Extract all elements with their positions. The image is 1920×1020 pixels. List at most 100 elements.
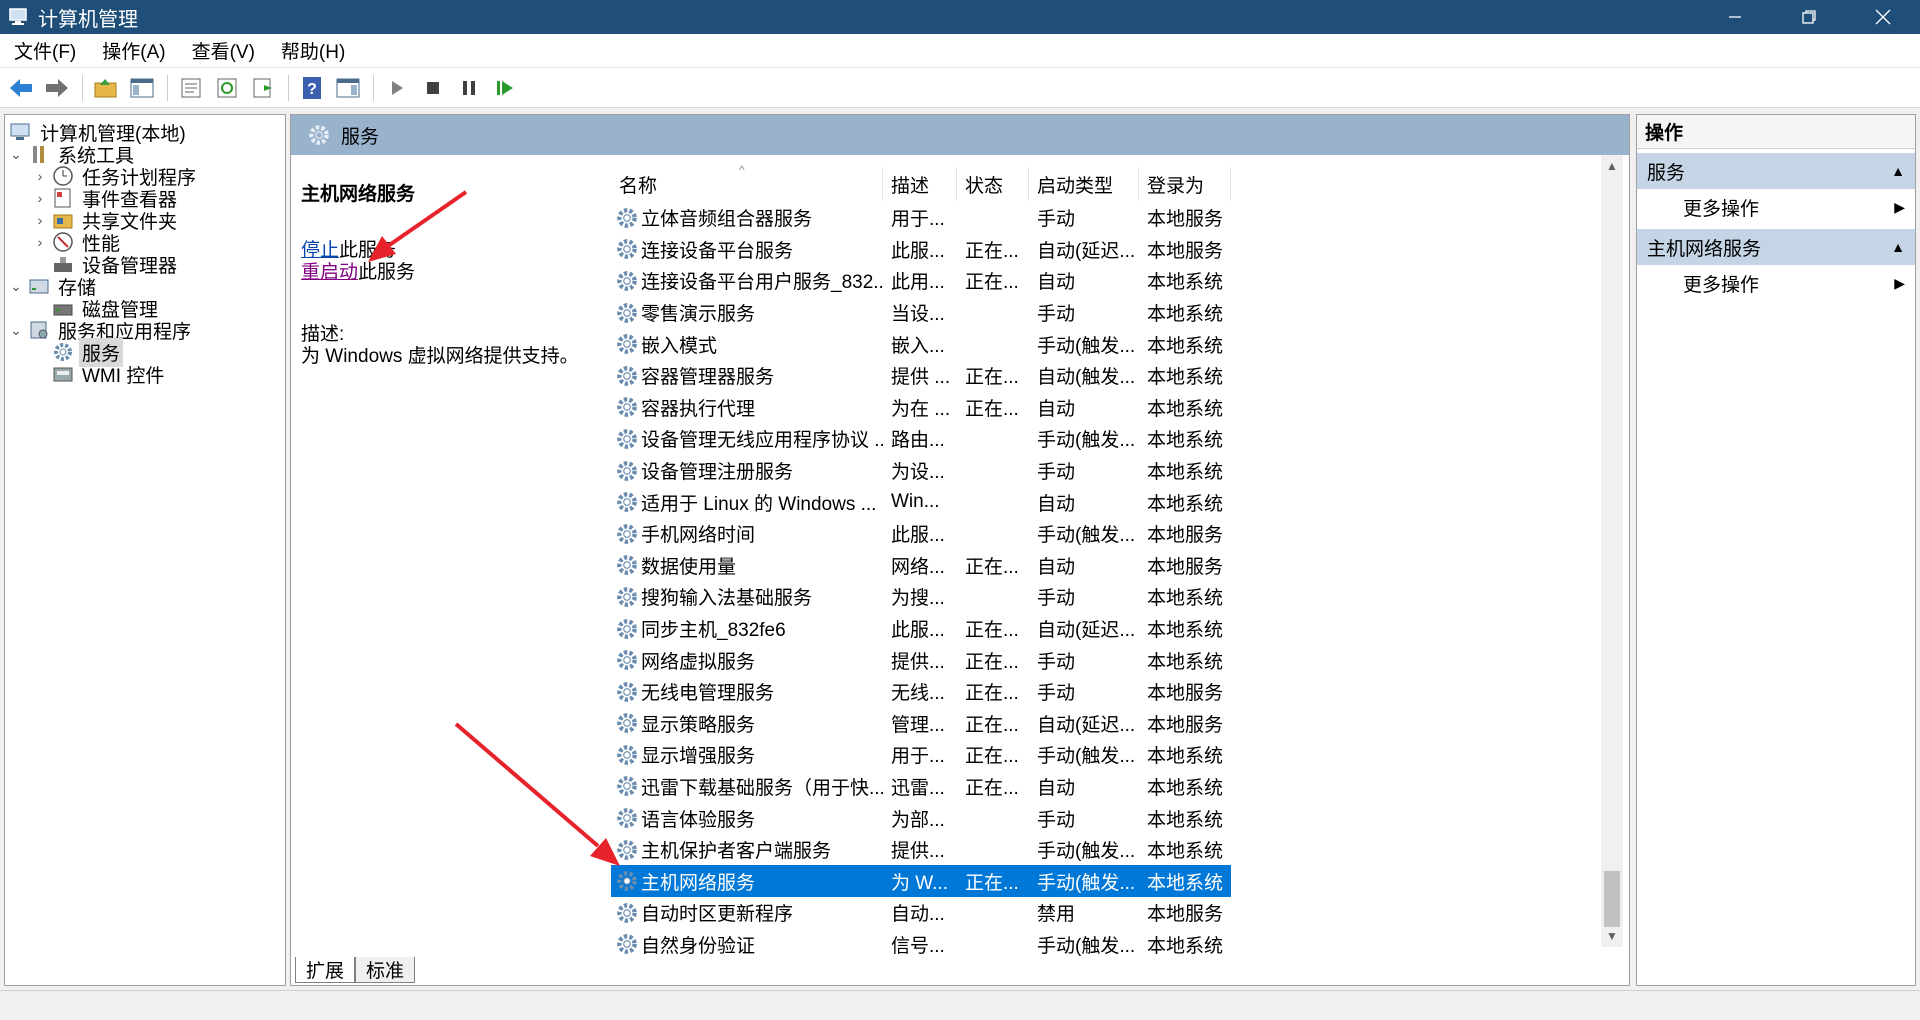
- collapse-up-icon[interactable]: ▲: [1891, 163, 1905, 179]
- column-header-startup-type[interactable]: 启动类型: [1029, 167, 1139, 201]
- cell-log-on-as: 本地系统: [1147, 777, 1224, 799]
- table-row[interactable]: 显示增强服务 用于... 正在... 手动(触发... 本地系统: [611, 739, 1231, 771]
- storage-icon: [27, 274, 51, 298]
- export-list-button[interactable]: [248, 73, 278, 103]
- properties-button[interactable]: [176, 73, 206, 103]
- cell-name: 语言体验服务: [611, 805, 883, 832]
- minimize-button[interactable]: [1698, 0, 1772, 34]
- table-row[interactable]: 显示策略服务 管理... 正在... 自动(延迟... 本地服务: [611, 708, 1231, 740]
- gear-icon: [617, 555, 637, 576]
- menu-view[interactable]: 查看(V): [178, 37, 267, 64]
- gear-icon: [309, 125, 329, 145]
- column-header-status[interactable]: 状态: [957, 167, 1029, 201]
- gear-icon: [617, 903, 637, 923]
- restart-service-link[interactable]: 重启动: [301, 262, 358, 283]
- cell-description: 为在 ...: [891, 398, 951, 420]
- pause-service-button[interactable]: [454, 73, 484, 103]
- more-actions-host-network[interactable]: 更多操作 ▶: [1637, 265, 1915, 301]
- scroll-down-icon[interactable]: ▼: [1601, 925, 1623, 947]
- help-button[interactable]: ?: [297, 73, 327, 103]
- more-actions-services[interactable]: 更多操作 ▶: [1637, 189, 1915, 225]
- forward-button[interactable]: [42, 73, 72, 103]
- table-row[interactable]: 容器执行代理 为在 ... 正在... 自动 本地系统: [611, 392, 1231, 424]
- start-service-button[interactable]: [382, 73, 412, 103]
- table-row[interactable]: 数据使用量 网络... 正在... 自动 本地服务: [611, 550, 1231, 582]
- table-row[interactable]: 立体音频组合器服务 用于... 手动 本地服务: [611, 202, 1231, 234]
- cell-name: 嵌入模式: [611, 331, 883, 358]
- actions-pane: 操作 服务 ▲ 更多操作 ▶ 主机网络服务 ▲ 更多操作 ▶: [1636, 114, 1916, 986]
- table-row[interactable]: 设备管理注册服务 为设... 手动 本地系统: [611, 455, 1231, 487]
- start-service-icon: [392, 80, 403, 95]
- chevron-right-icon[interactable]: ›: [31, 168, 49, 184]
- back-button[interactable]: [6, 73, 36, 103]
- chevron-down-icon[interactable]: ⌄: [7, 322, 25, 339]
- stop-service-button[interactable]: [418, 73, 448, 103]
- table-row[interactable]: 网络虚拟服务 提供... 正在... 手动 本地系统: [611, 644, 1231, 676]
- action-pane-button[interactable]: [333, 73, 363, 103]
- tab-standard[interactable]: 标准: [355, 957, 416, 983]
- actions-section-host-network[interactable]: 主机网络服务 ▲: [1637, 229, 1915, 265]
- resume-service-button[interactable]: [490, 73, 520, 103]
- chevron-right-icon[interactable]: ›: [31, 190, 49, 206]
- cell-log-on-as: 本地系统: [1147, 620, 1224, 642]
- column-header-log-on-as[interactable]: 登录为: [1139, 167, 1231, 201]
- chevron-right-icon[interactable]: ›: [31, 212, 49, 228]
- table-row[interactable]: 适用于 Linux 的 Windows ... Win... 自动 本地系统: [611, 486, 1231, 518]
- tab-extended[interactable]: 扩展: [295, 957, 356, 983]
- table-row[interactable]: 自然身份验证 信号... 手动(触发... 本地系统: [611, 929, 1231, 961]
- menu-action[interactable]: 操作(A): [88, 37, 177, 64]
- restore-button[interactable]: [1772, 0, 1846, 34]
- cell-log-on-as: 本地系统: [1147, 462, 1224, 484]
- scroll-thumb[interactable]: [1604, 871, 1620, 927]
- close-icon: [1875, 9, 1891, 25]
- cell-startup-type: 自动: [1037, 493, 1076, 515]
- menu-file[interactable]: 文件(F): [0, 37, 88, 64]
- cell-startup-type: 手动(触发...: [1037, 746, 1136, 768]
- cell-description: 迅雷...: [891, 777, 945, 799]
- cell-startup-type: 自动(延迟...: [1037, 714, 1136, 736]
- chevron-right-icon[interactable]: ›: [31, 234, 49, 250]
- table-row[interactable]: 设备管理无线应用程序协议 ... 路由... 手动(触发... 本地系统: [611, 423, 1231, 455]
- table-row[interactable]: 搜狗输入法基础服务 为搜... 手动 本地系统: [611, 581, 1231, 613]
- collapse-up-icon[interactable]: ▲: [1891, 239, 1905, 255]
- scroll-up-icon[interactable]: ▲: [1601, 155, 1623, 177]
- table-row[interactable]: 主机网络服务为 W... 正在... 手动(触发... 本地系统: [611, 865, 1231, 898]
- back-icon: [10, 78, 32, 97]
- gear-icon: [617, 839, 637, 860]
- column-header-name[interactable]: 名称 ^: [611, 163, 883, 201]
- table-row[interactable]: 连接设备平台服务 此服... 正在... 自动(延迟... 本地服务: [611, 234, 1231, 266]
- computer-management-icon: [9, 8, 27, 25]
- table-row[interactable]: 主机保护者客户端服务 提供... 手动(触发... 本地系统: [611, 834, 1231, 866]
- vertical-scrollbar[interactable]: ▲ ▼: [1601, 155, 1623, 947]
- table-row[interactable]: 自动时区更新程序 自动... 禁用 本地服务: [611, 897, 1231, 929]
- cell-name: 显示策略服务: [611, 710, 883, 737]
- up-folder-button[interactable]: [91, 73, 121, 103]
- show-hide-tree-button[interactable]: [127, 73, 157, 103]
- pane-title: 服务: [341, 126, 380, 148]
- gear-icon: [617, 934, 637, 955]
- cell-name: 连接设备平台用户服务_832...: [611, 267, 883, 294]
- table-row[interactable]: 迅雷下载基础服务（用于快... 迅雷... 正在... 自动 本地系统: [611, 771, 1231, 803]
- menu-help[interactable]: 帮助(H): [267, 37, 357, 64]
- table-row[interactable]: 零售演示服务 当设... 手动 本地系统: [611, 297, 1231, 329]
- table-row[interactable]: 连接设备平台用户服务_832... 此用... 正在... 自动 本地系统: [611, 265, 1231, 297]
- table-row[interactable]: 嵌入模式 嵌入... 手动(触发... 本地系统: [611, 328, 1231, 360]
- cell-startup-type: 自动(延迟...: [1037, 240, 1136, 262]
- table-row[interactable]: 手机网络时间 此服... 手动(触发... 本地服务: [611, 518, 1231, 550]
- cell-description: 提供 ...: [891, 367, 951, 389]
- table-row[interactable]: 语言体验服务 为部... 手动 本地系统: [611, 802, 1231, 834]
- cell-status: 正在...: [965, 714, 1019, 736]
- cell-description: 为设...: [891, 462, 945, 484]
- tree-wmi[interactable]: WMI 控件: [49, 361, 167, 387]
- cell-name: 零售演示服务: [611, 299, 883, 326]
- actions-section-services[interactable]: 服务 ▲: [1637, 153, 1915, 189]
- chevron-down-icon[interactable]: ⌄: [7, 146, 25, 163]
- cell-startup-type: 自动: [1037, 272, 1076, 294]
- table-row[interactable]: 同步主机_832fe6 此服... 正在... 自动(延迟... 本地系统: [611, 613, 1231, 645]
- chevron-down-icon[interactable]: ⌄: [7, 278, 25, 295]
- column-header-description[interactable]: 描述: [883, 167, 957, 201]
- table-row[interactable]: 容器管理器服务 提供 ... 正在... 自动(触发... 本地系统: [611, 360, 1231, 392]
- table-row[interactable]: 无线电管理服务 无线... 正在... 手动 本地服务: [611, 676, 1231, 708]
- refresh-button[interactable]: [212, 73, 242, 103]
- close-button[interactable]: [1846, 0, 1920, 34]
